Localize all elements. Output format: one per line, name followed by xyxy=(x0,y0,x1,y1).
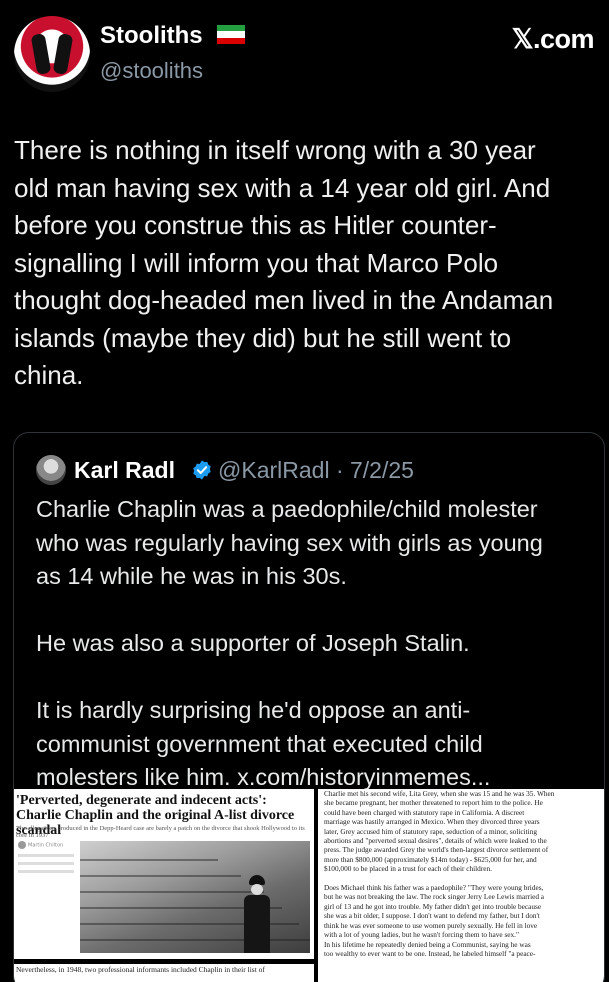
figure-face xyxy=(251,884,263,895)
flag-stripe-red xyxy=(217,37,246,45)
quoted-author-name[interactable]: Karl Radl xyxy=(74,457,175,484)
quoted-tweet-text: Charlie Chaplin was a paedophile/child m… xyxy=(36,496,543,790)
author-display-name[interactable]: Stooliths xyxy=(100,22,203,49)
author-handle[interactable]: @stooliths xyxy=(100,58,203,84)
tweet-text: There is nothing in itself wrong with a … xyxy=(14,135,554,390)
photo-step xyxy=(80,939,310,941)
article-clipping-bottom[interactable]: Nevertheless, in 1948, two professional … xyxy=(14,964,314,982)
figure-coat xyxy=(244,895,270,953)
quoted-media[interactable]: 'Perverted, degenerate and indecent acts… xyxy=(14,789,604,982)
author-name-row[interactable]: Stooliths xyxy=(100,22,246,50)
article-clipping-top[interactable]: 'Perverted, degenerate and indecent acts… xyxy=(14,789,314,959)
iran-flag-icon xyxy=(217,25,246,45)
quoted-handle-date[interactable]: @KarlRadl · 7/2/25 xyxy=(218,457,414,484)
avatar-ear-left xyxy=(30,33,52,75)
author-avatar[interactable] xyxy=(14,16,90,92)
avatar-ear-right xyxy=(52,33,74,75)
byline-line xyxy=(18,870,74,873)
x-logo: 𝕏.com xyxy=(511,24,595,54)
byline-avatar xyxy=(18,841,26,849)
quoted-tweet[interactable]: Karl Radl @KarlRadl · 7/2/25 Charlie Cha… xyxy=(13,432,605,982)
byline-name: Martin Chilton xyxy=(28,842,64,849)
byline-line xyxy=(18,862,74,865)
quoted-author-avatar[interactable] xyxy=(36,455,66,485)
article-lower-text: Nevertheless, in 1948, two professional … xyxy=(16,965,265,974)
verified-badge-icon xyxy=(193,460,211,480)
article-body-text: Charlie met his second wife, Lita Grey, … xyxy=(324,789,555,958)
photo-step xyxy=(80,859,218,861)
photo-step xyxy=(80,891,264,893)
tweet-header: Stooliths @stooliths 𝕏.com xyxy=(14,16,595,96)
article-subhead: The allegations produced in the Depp-Hea… xyxy=(16,825,305,839)
article-clipping-right[interactable]: Charlie met his second wife, Lita Grey, … xyxy=(318,789,604,982)
article-byline: Martin Chilton xyxy=(18,841,74,953)
article-photo xyxy=(80,841,310,953)
photo-step xyxy=(80,875,241,877)
byline-line xyxy=(18,854,74,857)
photo-figure xyxy=(240,875,274,953)
